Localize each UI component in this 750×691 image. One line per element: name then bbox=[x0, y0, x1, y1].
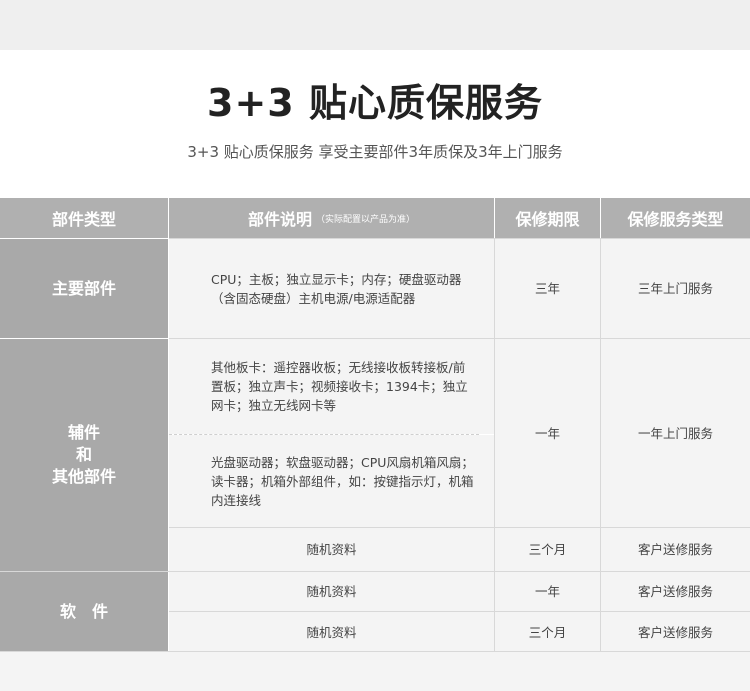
header-service-type: 保修服务类型 bbox=[601, 198, 750, 238]
category-accessories-line1: 辅件 bbox=[67, 423, 100, 442]
row-boards-desc-text: 其他板卡：遥控器收板；无线接收板转接板/前置板；独立声卡；视频接收卡；1394卡… bbox=[211, 360, 468, 413]
row-docs-period-text: 三个月 bbox=[528, 542, 567, 557]
category-software: 软 件 bbox=[0, 572, 168, 652]
warranty-table: 部件类型 部件说明 （实际配置以产品为准） 保修期限 保修服务类型 主要部件 辅件… bbox=[0, 198, 750, 652]
category-accessories: 辅件 和 其他部件 bbox=[0, 339, 168, 571]
row-main-desc: CPU；主板；独立显示卡；内存；硬盘驱动器（含固态硬盘）主机电源/电源适配器 bbox=[169, 239, 494, 338]
row-drives-desc: 光盘驱动器；软盘驱动器；CPU风扇机箱风扇；读卡器；机箱外部组件，如：按键指示灯… bbox=[169, 435, 494, 527]
row-software2-period: 三个月 bbox=[495, 612, 600, 652]
row-main-period: 三年 bbox=[495, 239, 600, 338]
grid-line bbox=[0, 571, 750, 572]
header-warranty-period-label: 保修期限 bbox=[515, 210, 580, 229]
row-docs-desc-text: 随机资料 bbox=[306, 542, 357, 557]
row-software1-period: 一年 bbox=[495, 572, 600, 611]
row-software1-period-text: 一年 bbox=[534, 584, 560, 599]
row-software2-desc-text: 随机资料 bbox=[306, 624, 357, 640]
row-docs-period: 三个月 bbox=[495, 528, 600, 571]
row-accessories-period-text: 一年 bbox=[534, 425, 560, 441]
header-warranty-period: 保修期限 bbox=[495, 198, 600, 238]
header-part-desc-note: （实际配置以产品为准） bbox=[316, 214, 416, 225]
header-part-desc-label: 部件说明 bbox=[247, 210, 312, 229]
row-accessories-service: 一年上门服务 bbox=[601, 339, 750, 527]
category-software-label: 软 件 bbox=[59, 602, 108, 621]
row-software1-desc: 随机资料 bbox=[169, 572, 494, 611]
grid-divider-dashed bbox=[169, 434, 479, 435]
row-boards-desc: 其他板卡：遥控器收板；无线接收板转接板/前置板；独立声卡；视频接收卡；1394卡… bbox=[169, 339, 494, 434]
category-main-parts-label: 主要部件 bbox=[51, 278, 116, 298]
page-title: 3+3 贴心质保服务 bbox=[207, 81, 543, 125]
row-accessories-period: 一年 bbox=[495, 339, 600, 527]
grid-line bbox=[600, 238, 601, 652]
row-software2-service: 客户送修服务 bbox=[601, 612, 750, 652]
row-docs-desc: 随机资料 bbox=[169, 528, 494, 571]
top-band bbox=[0, 0, 750, 50]
row-software1-service: 客户送修服务 bbox=[601, 572, 750, 611]
row-software2-desc: 随机资料 bbox=[169, 612, 494, 652]
category-main-parts: 主要部件 bbox=[0, 239, 168, 338]
grid-line bbox=[169, 527, 750, 528]
row-main-service-text: 三年上门服务 bbox=[637, 281, 713, 296]
header-service-type-label: 保修服务类型 bbox=[627, 210, 724, 229]
grid-line bbox=[169, 611, 750, 612]
row-software2-period-text: 三个月 bbox=[528, 624, 567, 640]
category-accessories-line3: 其他部件 bbox=[51, 467, 116, 486]
row-software1-desc-text: 随机资料 bbox=[306, 584, 357, 599]
row-accessories-service-text: 一年上门服务 bbox=[637, 425, 713, 441]
header-part-type: 部件类型 bbox=[0, 198, 168, 238]
row-software1-service-text: 客户送修服务 bbox=[637, 584, 713, 599]
bottom-band bbox=[0, 652, 750, 691]
row-main-desc-text: CPU；主板；独立显示卡；内存；硬盘驱动器（含固态硬盘）主机电源/电源适配器 bbox=[211, 271, 462, 306]
category-accessories-line2: 和 bbox=[75, 445, 92, 464]
page-subtitle: 3+3 贴心质保服务 享受主要部件3年质保及3年上门服务 bbox=[187, 143, 563, 161]
grid-line bbox=[169, 238, 750, 239]
row-main-period-text: 三年 bbox=[534, 281, 560, 296]
row-docs-service-text: 客户送修服务 bbox=[637, 542, 713, 557]
grid-line bbox=[494, 238, 495, 652]
row-drives-desc-text: 光盘驱动器；软盘驱动器；CPU风扇机箱风扇；读卡器；机箱外部组件，如：按键指示灯… bbox=[211, 454, 474, 508]
row-main-service: 三年上门服务 bbox=[601, 239, 750, 338]
grid-line bbox=[169, 338, 750, 339]
header-part-type-label: 部件类型 bbox=[51, 210, 116, 229]
row-docs-service: 客户送修服务 bbox=[601, 528, 750, 571]
header-part-desc: 部件说明 （实际配置以产品为准） bbox=[169, 198, 494, 238]
row-software2-service-text: 客户送修服务 bbox=[637, 624, 713, 640]
